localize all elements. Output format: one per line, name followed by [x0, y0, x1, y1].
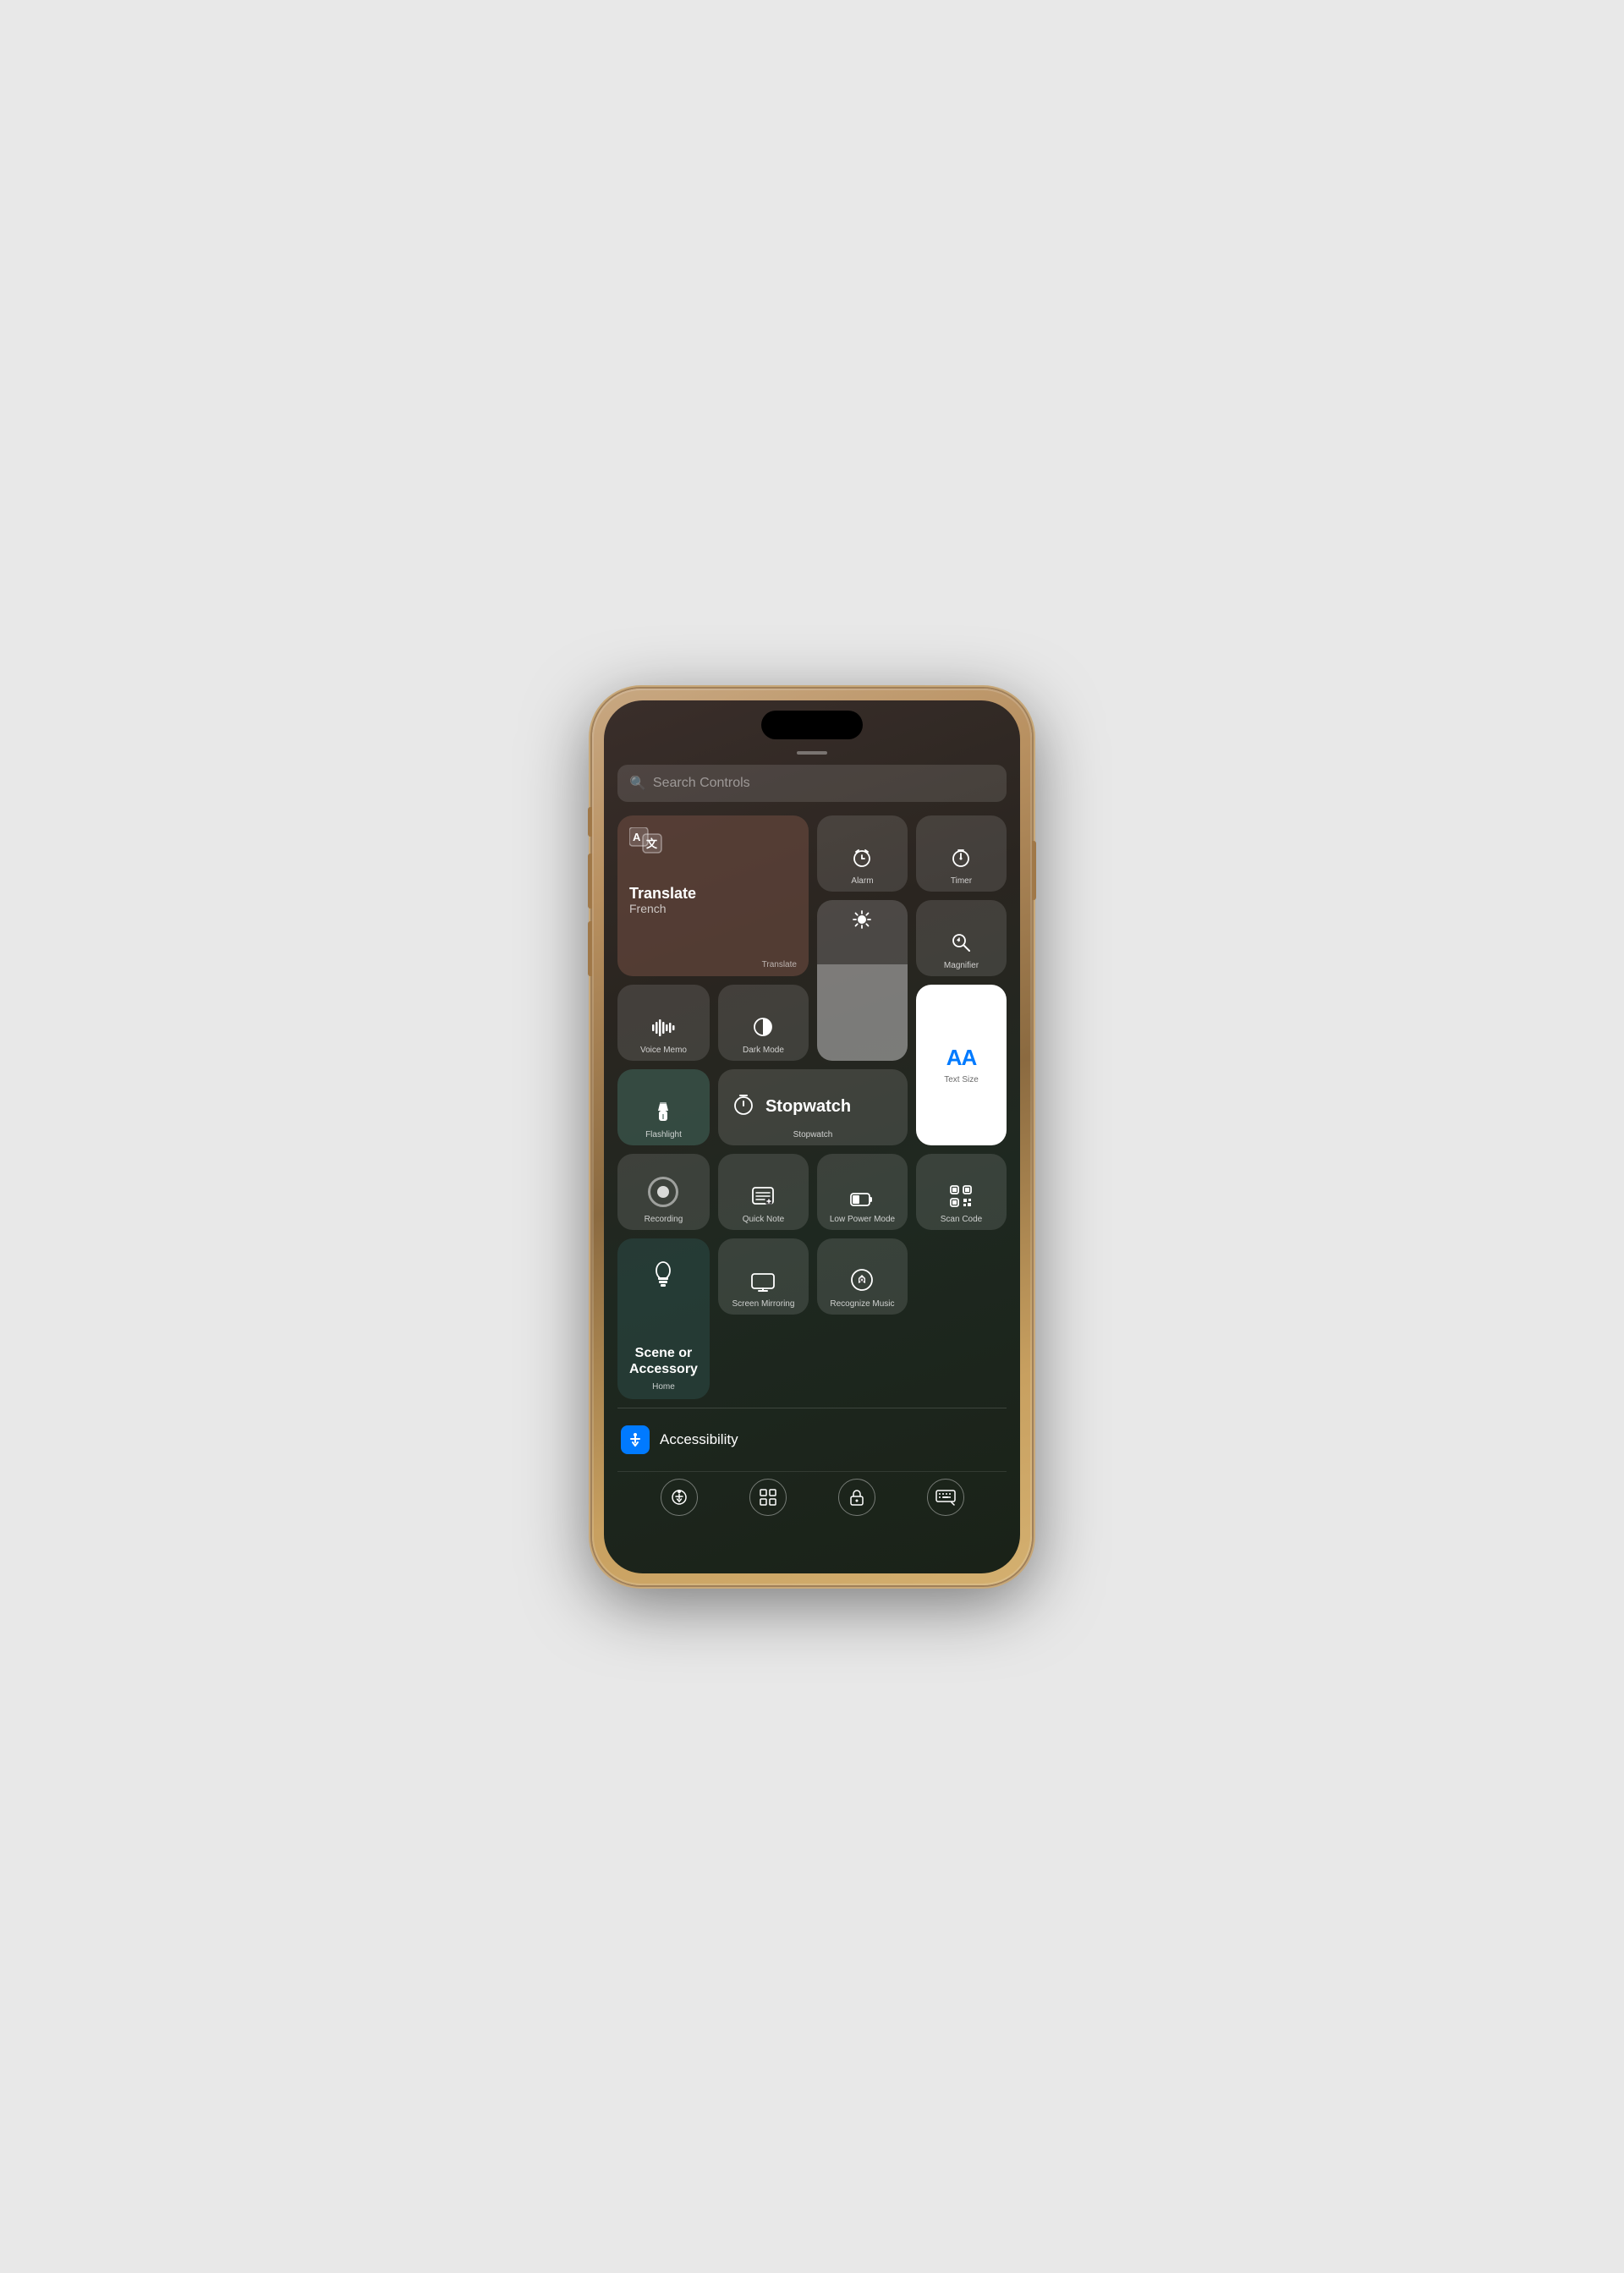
search-icon: 🔍 — [629, 775, 646, 792]
recording-tile[interactable]: Recording — [617, 1154, 710, 1230]
home-scene-text: Scene or Accessory — [623, 1345, 705, 1377]
nav-keyboard-button[interactable] — [927, 1479, 964, 1516]
recording-icon — [648, 1177, 678, 1207]
recording-dot — [657, 1186, 669, 1198]
svg-text:+: + — [957, 938, 960, 944]
screen-mirroring-label: Screen Mirroring — [732, 1299, 795, 1309]
scan-code-icon — [950, 1185, 972, 1211]
screen-mirroring-icon — [751, 1273, 775, 1295]
translate-label: Translate — [762, 960, 797, 969]
dark-mode-tile[interactable]: Dark Mode — [718, 985, 809, 1061]
nav-grid-button[interactable] — [749, 1479, 787, 1516]
flashlight-label: Flashlight — [645, 1130, 682, 1140]
recognize-music-icon — [850, 1268, 874, 1295]
low-power-label: Low Power Mode — [830, 1215, 895, 1225]
svg-text:A: A — [633, 831, 641, 843]
translate-title: Translate — [629, 886, 797, 903]
scan-code-tile[interactable]: Scan Code — [916, 1154, 1007, 1230]
alarm-icon — [851, 847, 873, 872]
home-tile[interactable]: Scene or Accessory Home — [617, 1238, 710, 1399]
voice-memo-label: Voice Memo — [640, 1046, 687, 1056]
accessibility-icon — [621, 1425, 650, 1454]
screen-content: 🔍 Search Controls A 文 — [604, 700, 1020, 1573]
text-size-icon: AA — [946, 1045, 977, 1071]
stopwatch-label: Stopwatch — [793, 1130, 833, 1140]
scan-code-label: Scan Code — [941, 1215, 982, 1225]
flashlight-icon — [654, 1101, 672, 1126]
power-button — [1032, 841, 1036, 900]
translate-tile[interactable]: A 文 Translate French Translate — [617, 815, 809, 976]
pull-handle — [797, 751, 827, 755]
quick-note-tile[interactable]: Quick Note — [718, 1154, 809, 1230]
magnifier-tile[interactable]: + Magnifier — [916, 900, 1007, 976]
recognize-music-tile[interactable]: Recognize Music — [817, 1238, 908, 1315]
home-icon — [650, 1259, 677, 1296]
magnifier-label: Magnifier — [944, 961, 979, 971]
flashlight-tile[interactable]: Flashlight — [617, 1069, 710, 1145]
search-bar[interactable]: 🔍 Search Controls — [617, 765, 1007, 802]
quick-note-label: Quick Note — [743, 1215, 784, 1225]
mute-button — [588, 807, 592, 837]
timer-icon — [950, 847, 972, 872]
dark-mode-icon — [752, 1016, 774, 1041]
phone-frame: 🔍 Search Controls A 文 — [592, 689, 1032, 1585]
accessibility-label: Accessibility — [660, 1431, 738, 1448]
stopwatch-icon — [732, 1092, 755, 1122]
stopwatch-tile[interactable]: Stopwatch Stopwatch — [718, 1069, 908, 1145]
volume-down-button — [588, 921, 592, 976]
timer-tile[interactable]: Timer — [916, 815, 1007, 892]
controls-grid: A 文 Translate French Translate — [617, 815, 1007, 1399]
phone-screen: 🔍 Search Controls A 文 — [604, 700, 1020, 1573]
dark-mode-label: Dark Mode — [743, 1046, 784, 1056]
volume-up-button — [588, 854, 592, 909]
magnifier-icon: + — [950, 931, 972, 957]
svg-text:文: 文 — [646, 837, 658, 850]
timer-label: Timer — [951, 876, 972, 887]
brightness-tile[interactable] — [817, 900, 908, 1061]
translate-content: A 文 Translate French — [629, 827, 797, 916]
translate-subtitle: French — [629, 902, 797, 915]
low-power-tile[interactable]: Low Power Mode — [817, 1154, 908, 1230]
bottom-nav — [617, 1471, 1007, 1523]
quick-note-icon — [752, 1187, 774, 1211]
translate-icon: A 文 — [629, 827, 797, 860]
home-label: Home — [652, 1382, 675, 1392]
brightness-bar — [817, 964, 908, 1061]
recording-label: Recording — [645, 1215, 683, 1225]
alarm-label: Alarm — [851, 876, 873, 887]
dynamic-island — [761, 711, 863, 739]
nav-lock-button[interactable] — [838, 1479, 875, 1516]
search-placeholder: Search Controls — [653, 776, 750, 791]
stopwatch-name: Stopwatch — [765, 1097, 851, 1117]
brightness-icon — [853, 910, 871, 934]
voice-memo-icon — [651, 1018, 675, 1041]
text-size-label: Text Size — [944, 1075, 979, 1085]
text-size-tile[interactable]: AA Text Size — [916, 985, 1007, 1145]
alarm-tile[interactable]: Alarm — [817, 815, 908, 892]
recognize-music-label: Recognize Music — [830, 1299, 894, 1309]
nav-accessibility-button[interactable] — [661, 1479, 698, 1516]
accessibility-section[interactable]: Accessibility — [617, 1415, 1007, 1464]
low-power-icon — [850, 1192, 874, 1211]
voice-memo-tile[interactable]: Voice Memo — [617, 985, 710, 1061]
screen-mirroring-tile[interactable]: Screen Mirroring — [718, 1238, 809, 1315]
